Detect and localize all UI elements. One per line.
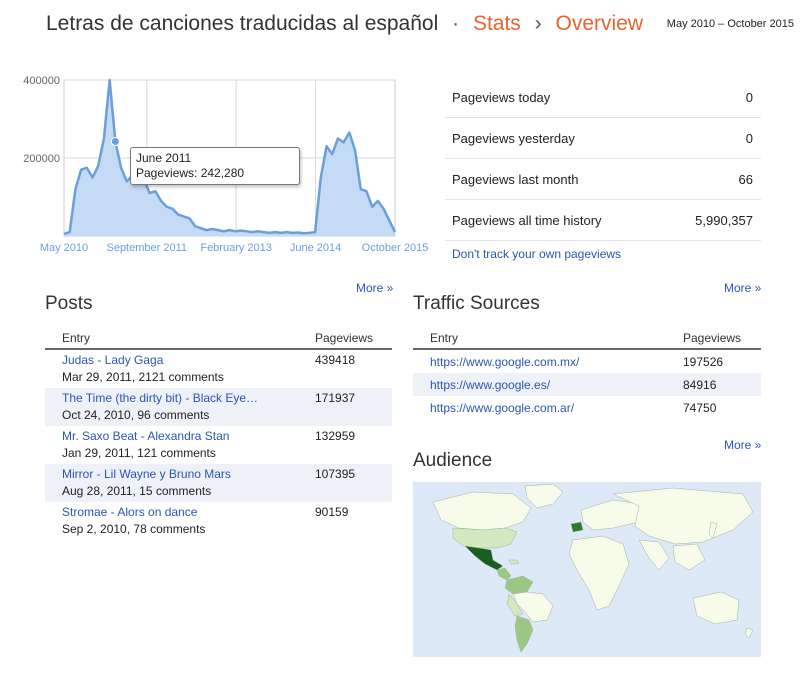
traffic-table-header: Entry Pageviews [413, 326, 761, 350]
chart-hover-point [110, 137, 120, 147]
breadcrumb-stats-link[interactable]: Stats [473, 12, 521, 35]
map-canada [432, 491, 532, 531]
audience-title: Audience [413, 450, 493, 471]
traffic-table: Entry Pageviews https://www.google.com.m… [413, 326, 761, 419]
posts-more-link[interactable]: More » [356, 281, 393, 295]
post-pageviews: 132959 [315, 429, 356, 443]
table-row: Mr. Saxo Beat - Alexandra Stan Jan 29, 2… [45, 426, 392, 464]
col-pageviews: Pageviews [683, 331, 742, 345]
col-pageviews: Pageviews [315, 331, 374, 345]
chart-x-tick-label: September 2011 [106, 242, 187, 254]
stats-value: 66 [738, 172, 753, 187]
post-meta: Jan 29, 2011, 121 comments [62, 446, 216, 460]
post-pageviews: 439418 [315, 353, 356, 367]
col-entry: Entry [62, 331, 91, 345]
traffic-source-link[interactable]: https://www.google.com.ar/ [430, 401, 574, 415]
table-row: The Time (the dirty bit) - Black Eye… Oc… [45, 388, 392, 426]
table-row: https://www.google.com.ar/ 74750 [413, 396, 761, 419]
posts-table: Entry Pageviews Judas - Lady Gaga Mar 29… [45, 326, 392, 540]
posts-table-header: Entry Pageviews [45, 326, 392, 350]
map-africa [568, 535, 630, 611]
blog-title: Letras de canciones traducidas al españo… [46, 12, 439, 35]
posts-title: Posts [45, 293, 93, 314]
map-caribbean [508, 559, 520, 565]
post-meta: Sep 2, 2010, 78 comments [62, 522, 206, 536]
chart-x-tick-label: May 2010 [40, 242, 88, 254]
stats-value: 0 [745, 90, 753, 105]
world-map-svg [432, 483, 754, 653]
post-title-link[interactable]: The Time (the dirty bit) - Black Eye… [62, 391, 287, 405]
map-new-zealand [744, 627, 754, 639]
stats-value: 0 [745, 131, 753, 146]
traffic-more-link[interactable]: More » [724, 281, 761, 295]
stats-label: Pageviews yesterday [452, 131, 575, 146]
table-row: Judas - Lady Gaga Mar 29, 2011, 2121 com… [45, 350, 392, 388]
post-pageviews: 107395 [315, 467, 356, 481]
table-row: https://www.google.es/ 84916 [413, 373, 761, 396]
date-range: May 2010 – October 2015 [666, 18, 794, 30]
traffic-pageviews: 74750 [683, 401, 717, 415]
traffic-title: Traffic Sources [413, 293, 540, 314]
table-row: https://www.google.com.mx/ 197526 [413, 350, 761, 373]
breadcrumb-overview: Overview [555, 12, 644, 35]
breadcrumb-arrow: › [534, 12, 542, 35]
chart-x-tick-label: June 2014 [290, 242, 341, 254]
post-meta: Mar 29, 2011, 2121 comments [62, 370, 224, 384]
stats-label: Pageviews all time history [452, 213, 602, 228]
map-mexico [464, 545, 504, 571]
traffic-source-link[interactable]: https://www.google.es/ [430, 378, 550, 392]
audience-more-link[interactable]: More » [724, 438, 761, 452]
stats-row-all-time: Pageviews all time history 5,990,357 [445, 200, 761, 241]
map-greenland [524, 483, 564, 509]
stats-row-last-month: Pageviews last month 66 [445, 159, 761, 200]
header: Letras de canciones traducidas al españo… [0, 0, 806, 52]
map-central-america [496, 567, 512, 581]
stats-row-today: Pageviews today 0 [445, 77, 761, 118]
chart-x-tick-label: October 2015 [362, 242, 429, 254]
post-title-link[interactable]: Judas - Lady Gaga [62, 353, 287, 367]
traffic-source-link[interactable]: https://www.google.com.mx/ [430, 355, 579, 369]
stats-row-yesterday: Pageviews yesterday 0 [445, 118, 761, 159]
col-entry: Entry [430, 331, 459, 345]
map-se-asia [672, 543, 706, 571]
audience-world-map[interactable] [413, 482, 761, 657]
post-title-link[interactable]: Stromae - Alors on dance [62, 505, 287, 519]
table-row: Mirror - Lil Wayne y Bruno Mars Aug 28, … [45, 464, 392, 502]
breadcrumb-separator: · [452, 12, 460, 35]
map-australia [692, 591, 740, 625]
chart-tooltip: June 2011 Pageviews: 242,280 [130, 147, 300, 185]
map-spain [570, 521, 584, 533]
post-meta: Aug 28, 2011, 15 comments [62, 484, 212, 498]
map-usa [452, 527, 518, 549]
chart-y-tick-label: 200000 [23, 153, 60, 165]
post-pageviews: 90159 [315, 505, 349, 519]
stats-value: 5,990,357 [695, 213, 753, 228]
stats-summary: Pageviews today 0 Pageviews yesterday 0 … [445, 77, 761, 261]
dont-track-link[interactable]: Don't track your own pageviews [452, 247, 621, 261]
breadcrumb: Letras de canciones traducidas al españo… [46, 12, 643, 36]
map-colombia-venezuela [504, 575, 534, 595]
traffic-pageviews: 197526 [683, 355, 724, 369]
chart-x-tick-label: February 2013 [200, 242, 272, 254]
table-row: Stromae - Alors on dance Sep 2, 2010, 78… [45, 502, 392, 540]
map-europe [580, 499, 642, 531]
chart-y-tick-label: 400000 [23, 75, 60, 87]
map-argentina [514, 615, 534, 653]
map-india [638, 539, 670, 571]
post-pageviews: 171937 [315, 391, 356, 405]
traffic-pageviews: 84916 [683, 378, 717, 392]
stats-label: Pageviews last month [452, 172, 579, 187]
post-title-link[interactable]: Mr. Saxo Beat - Alexandra Stan [62, 429, 287, 443]
tooltip-label: June 2011 [136, 151, 192, 165]
post-meta: Oct 24, 2010, 96 comments [62, 408, 210, 422]
tooltip-value: Pageviews: 242,280 [136, 166, 245, 180]
post-title-link[interactable]: Mirror - Lil Wayne y Bruno Mars [62, 467, 287, 481]
stats-label: Pageviews today [452, 90, 551, 105]
